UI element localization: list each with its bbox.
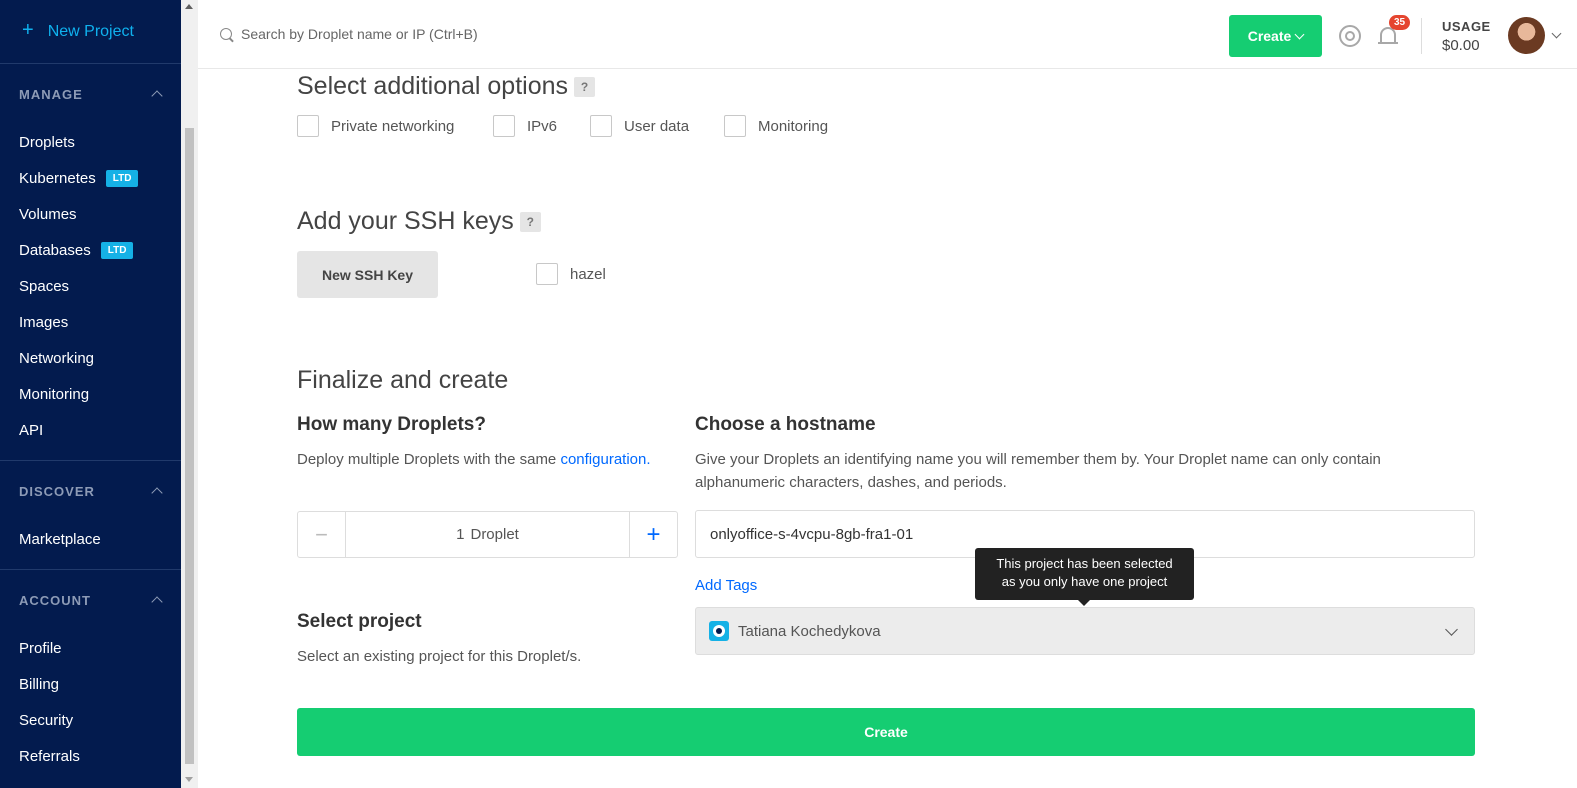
checkbox-user-data[interactable]: User data — [590, 115, 689, 137]
checkbox-icon[interactable] — [536, 263, 558, 285]
droplet-count-desc: Deploy multiple Droplets with the same c… — [297, 451, 651, 468]
droplet-count-title: How many Droplets? — [297, 414, 486, 435]
notification-count-badge: 35 — [1389, 15, 1411, 30]
project-title: Select project — [297, 611, 422, 632]
chevron-down-icon — [1445, 623, 1458, 636]
ltd-badge: LTD — [100, 241, 134, 259]
sidebar-item-security[interactable]: Security — [0, 702, 181, 738]
sidebar-item-referrals[interactable]: Referrals — [0, 738, 181, 774]
checkbox-icon[interactable] — [590, 115, 612, 137]
help-question-icon[interactable]: ? — [574, 77, 596, 98]
sidebar-scrollbar[interactable] — [181, 0, 198, 788]
group-head-manage[interactable]: MANAGE — [0, 64, 181, 124]
scroll-up-arrow-icon[interactable] — [185, 4, 193, 9]
sidebar-item-spaces[interactable]: Spaces — [0, 268, 181, 304]
help-lifebuoy-icon[interactable] — [1339, 25, 1361, 47]
search-placeholder: Search by Droplet name or IP (Ctrl+B) — [241, 26, 478, 42]
configuration-link[interactable]: configuration. — [560, 451, 650, 468]
avatar[interactable] — [1508, 17, 1545, 54]
chevron-up-icon — [151, 596, 163, 608]
finalize-title: Finalize and create — [297, 366, 509, 394]
group-head-discover[interactable]: DISCOVER — [0, 461, 181, 521]
sidebar-item-images[interactable]: Images — [0, 304, 181, 340]
sidebar-item-kubernetes[interactable]: Kubernetes LTD — [0, 160, 181, 196]
chevron-up-icon — [151, 90, 163, 102]
sidebar-item-monitoring[interactable]: Monitoring — [0, 376, 181, 412]
checkbox-ipv6[interactable]: IPv6 — [493, 115, 557, 137]
increment-button[interactable]: + — [629, 512, 677, 557]
project-desc: Select an existing project for this Drop… — [297, 648, 582, 665]
checkbox-icon[interactable] — [297, 115, 319, 137]
project-icon — [709, 621, 729, 641]
droplet-count-value: 1 Droplet — [456, 526, 519, 543]
new-project-button[interactable]: + New Project — [0, 0, 181, 64]
hostname-desc: Give your Droplets an identifying name y… — [695, 451, 1381, 491]
sidebar: + New Project MANAGE Droplets Kubernetes… — [0, 0, 181, 788]
plus-icon: + — [22, 19, 34, 41]
usage-value: $0.00 — [1442, 37, 1480, 54]
search-icon — [220, 28, 232, 40]
sidebar-item-marketplace[interactable]: Marketplace — [0, 521, 181, 557]
checkbox-monitoring[interactable]: Monitoring — [724, 115, 828, 137]
options-title: Select additional options? — [297, 72, 596, 101]
project-select[interactable]: Tatiana Kochedykova — [695, 607, 1475, 655]
checkbox-icon[interactable] — [493, 115, 515, 137]
ltd-badge: LTD — [105, 169, 139, 187]
scroll-down-arrow-icon[interactable] — [185, 777, 193, 782]
help-question-icon[interactable]: ? — [519, 212, 541, 233]
droplet-quantity-stepper: − 1 Droplet + — [297, 511, 678, 558]
hostname-title: Choose a hostname — [695, 414, 876, 435]
top-bar: Search by Droplet name or IP (Ctrl+B) Cr… — [198, 0, 1577, 69]
new-ssh-key-button[interactable]: New SSH Key — [297, 251, 438, 298]
sidebar-item-billing[interactable]: Billing — [0, 666, 181, 702]
nav-group-discover: DISCOVER Marketplace — [0, 461, 181, 570]
search-field[interactable]: Search by Droplet name or IP (Ctrl+B) — [220, 26, 478, 42]
checkbox-ssh-key-hazel[interactable]: hazel — [536, 263, 606, 285]
main-content: Select additional options? Private netwo… — [198, 69, 1577, 788]
ssh-title: Add your SSH keys? — [297, 207, 541, 236]
project-tooltip: This project has been selected as you on… — [975, 548, 1194, 606]
decrement-button[interactable]: − — [298, 512, 346, 557]
create-dropdown-button[interactable]: Create — [1229, 15, 1322, 57]
checkbox-private-networking[interactable]: Private networking — [297, 115, 454, 137]
sidebar-item-networking[interactable]: Networking — [0, 340, 181, 376]
divider — [1421, 18, 1422, 54]
nav-group-manage: MANAGE Droplets Kubernetes LTD Volumes Da… — [0, 64, 181, 461]
sidebar-item-droplets[interactable]: Droplets — [0, 124, 181, 160]
scrollbar-thumb[interactable] — [185, 128, 194, 764]
group-head-account[interactable]: ACCOUNT — [0, 570, 181, 630]
sidebar-item-databases[interactable]: Databases LTD — [0, 232, 181, 268]
chevron-down-icon[interactable] — [1551, 28, 1562, 39]
sidebar-item-api[interactable]: API — [0, 412, 181, 448]
new-project-label: New Project — [47, 22, 134, 40]
add-tags-link[interactable]: Add Tags — [695, 577, 757, 594]
chevron-down-icon — [1294, 29, 1305, 39]
sidebar-item-profile[interactable]: Profile — [0, 630, 181, 666]
usage-label: USAGE — [1442, 19, 1491, 34]
checkbox-icon[interactable] — [724, 115, 746, 137]
chevron-up-icon — [151, 487, 163, 499]
nav-group-account: ACCOUNT Profile Billing Security Referra… — [0, 570, 181, 786]
sidebar-item-volumes[interactable]: Volumes — [0, 196, 181, 232]
create-droplet-button[interactable]: Create — [297, 708, 1475, 756]
